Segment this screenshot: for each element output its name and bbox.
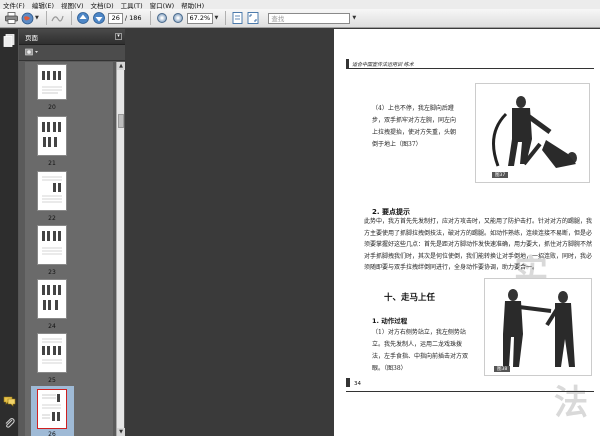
page-thumbnail[interactable]	[37, 225, 67, 265]
collaborate-button[interactable]	[20, 11, 34, 25]
panel-header: 页面 ▾	[19, 29, 125, 45]
scroll-down-icon[interactable]: ▼	[117, 428, 125, 436]
section-2-text: 此势中，我方首先先发制打，应对方攻击时，又能用了防护击打。针对对方的踢腿，我方主…	[364, 218, 593, 271]
comments-icon[interactable]	[3, 395, 16, 408]
chevron-down-icon[interactable]: ▼	[35, 15, 39, 21]
chevron-down-icon[interactable]: ▼	[215, 15, 219, 21]
previous-page-button[interactable]	[76, 11, 90, 25]
chevron-down-icon[interactable]: ▼	[352, 15, 356, 21]
header-rule	[346, 68, 594, 69]
zoom-out-icon	[156, 13, 167, 23]
toolbar-separator	[70, 11, 72, 25]
thumbnail-label: 26	[48, 431, 56, 436]
sign-button[interactable]	[51, 11, 65, 25]
zoom-out-button[interactable]	[155, 11, 169, 25]
scroll-thumb[interactable]	[118, 114, 124, 128]
page-thumbnail[interactable]	[37, 64, 67, 100]
panel-title: 页面	[25, 33, 38, 42]
zoom-in-button[interactable]	[171, 11, 185, 25]
thumbnail-label: 20	[48, 104, 56, 111]
page-number-input[interactable]: 26	[107, 12, 123, 24]
watermark-char: 法	[554, 383, 588, 423]
fit-page-icon	[247, 12, 259, 24]
figure-37-caption: 图37	[492, 172, 509, 178]
page-thumbnail[interactable]	[37, 116, 67, 156]
header-bar	[346, 59, 349, 68]
page-thumbnail[interactable]	[37, 171, 67, 211]
printer-icon	[4, 12, 18, 24]
toolbar-separator	[149, 11, 151, 25]
thumbnail-label: 23	[48, 269, 56, 276]
document-page: 适合中国宣传法运用训 练术 （4）上也不停，我左脚向后蹬步，双手抓牢对方左腕，同…	[334, 29, 600, 436]
page-number: 34	[354, 381, 361, 387]
page-total: / 186	[124, 14, 142, 22]
navigation-strip	[0, 29, 19, 436]
figure-38-photo	[484, 278, 592, 376]
page-thumbnail-selected[interactable]	[37, 389, 67, 429]
sign-icon	[51, 15, 64, 22]
subsection-1-heading: 1. 动作过程	[372, 317, 408, 325]
toolbar-separator	[45, 11, 47, 25]
figure-37-photo	[475, 83, 590, 183]
document-viewport[interactable]: 适合中国宣传法运用训 练术 （4）上也不停，我左脚向后蹬步，双手抓牢对方左腕，同…	[125, 29, 600, 436]
thumbnail-label: 21	[48, 160, 56, 167]
footer-rule	[346, 391, 594, 392]
subsection-1-text: （1）对方右侧势站立，我左侧势站立。我先发制人，运用二龙戏珠拨法，左手食指、中指…	[372, 329, 469, 372]
thumbnail-label: 24	[48, 323, 56, 330]
fit-page-button[interactable]	[246, 11, 260, 25]
paragraph-step-4: （4）上也不停，我左脚向后蹬步，双手抓牢对方左腕，同左向上拉拽提抬，使对方失重，…	[372, 105, 457, 148]
find-input[interactable]: 查找	[268, 12, 351, 24]
arrow-up-icon	[76, 12, 89, 24]
print-button[interactable]	[4, 11, 18, 25]
scroll-up-icon[interactable]: ▲	[117, 62, 125, 70]
page-thumbnail[interactable]	[37, 279, 67, 319]
zoom-in-icon	[172, 13, 183, 23]
thumbnail-scrollbar[interactable]: ▲ ▼	[116, 62, 125, 436]
toolbar-separator	[225, 11, 227, 25]
zoom-input[interactable]: 67.2%	[186, 12, 213, 24]
next-page-button[interactable]	[92, 11, 106, 25]
figure-38-caption: 图38	[494, 366, 511, 372]
panel-options-bar	[19, 45, 125, 61]
thumbnail-label: 22	[48, 215, 56, 222]
section-10-heading: 十、走马上任	[384, 293, 436, 303]
page-icon	[232, 12, 243, 24]
pdf-reader-window: 文件(F) 编辑(E) 视图(V) 文档(D) 工具(T) 窗口(W) 帮助(H…	[0, 0, 600, 436]
attachment-icon[interactable]	[3, 417, 16, 430]
globe-icon	[21, 12, 33, 24]
single-page-button[interactable]	[230, 11, 244, 25]
pages-panel-icon[interactable]	[3, 34, 16, 47]
options-icon[interactable]	[25, 48, 39, 57]
menu-bar: 文件(F) 编辑(E) 视图(V) 文档(D) 工具(T) 窗口(W) 帮助(H…	[0, 0, 600, 10]
page-thumbnail[interactable]	[37, 333, 67, 373]
arrow-down-icon	[92, 12, 105, 24]
footer-bar	[346, 378, 350, 387]
thumbnail-label: 25	[48, 377, 56, 384]
pages-panel: 页面 ▾ 20 21 22 23 24 25 26 ▲ ▼	[19, 29, 125, 436]
page-header: 适合中国宣传法运用训 练术	[352, 62, 414, 68]
panel-options-menu-button[interactable]: ▾	[115, 33, 122, 40]
toolbar: ▼ 26 / 186 67.2% ▼ 查找 ▼	[0, 9, 600, 28]
thumbnail-list: 20 21 22 23 24 25 26	[25, 62, 113, 436]
